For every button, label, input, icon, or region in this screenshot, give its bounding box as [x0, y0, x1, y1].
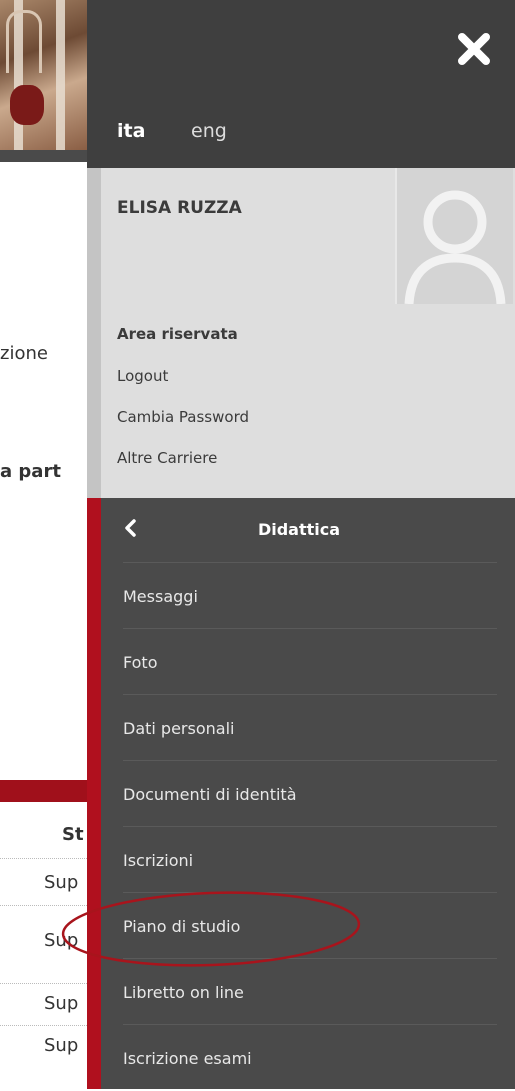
- close-icon[interactable]: [455, 30, 493, 68]
- menu-title: Didattica: [257, 520, 341, 539]
- menu-item-label: Iscrizioni: [123, 851, 194, 870]
- logout-link[interactable]: Logout: [117, 367, 168, 385]
- menu-item-label: Libretto on line: [123, 983, 244, 1002]
- side-menu-panel: ita eng ELISA RUZZA Area riservata Logou…: [87, 0, 515, 1089]
- user-box: ELISA RUZZA Area riservata Logout Cambia…: [87, 168, 515, 498]
- menu-item-iscrizione-esami[interactable]: Iscrizione esami: [123, 1024, 497, 1091]
- table-header-bar: [0, 780, 87, 802]
- menu-item-label: Dati personali: [123, 719, 235, 738]
- panel-header: ita eng: [87, 0, 515, 168]
- area-riservata-title: Area riservata: [117, 325, 238, 343]
- header-band: [0, 150, 87, 162]
- user-name: ELISA RUZZA: [117, 198, 242, 218]
- menu-item-messaggi[interactable]: Messaggi: [123, 562, 497, 629]
- table-row: [0, 983, 87, 984]
- table-row: [0, 1025, 87, 1026]
- menu-item-label: Documenti di identità: [123, 785, 297, 804]
- menu-item-iscrizioni[interactable]: Iscrizioni: [123, 826, 497, 893]
- page-text-fragment: a part: [0, 461, 61, 482]
- page-text-fragment: zione: [0, 343, 48, 364]
- table-column-header: St: [62, 824, 84, 845]
- table-row: [0, 858, 87, 859]
- other-careers-link[interactable]: Altre Carriere: [117, 449, 217, 467]
- menu-item-documenti-identita[interactable]: Documenti di identità: [123, 760, 497, 827]
- menu-item-label: Iscrizione esami: [123, 1049, 252, 1068]
- menu-item-label: Piano di studio: [123, 917, 241, 936]
- table-row: [0, 905, 87, 906]
- language-eng[interactable]: eng: [191, 120, 227, 142]
- table-cell: Sup: [44, 872, 79, 893]
- menu-item-libretto-online[interactable]: Libretto on line: [123, 958, 497, 1025]
- menu-item-label: Messaggi: [123, 587, 198, 606]
- menu-item-foto[interactable]: Foto: [123, 628, 497, 695]
- menu-item-label: Foto: [123, 653, 158, 672]
- table-cell: Sup: [44, 1035, 79, 1056]
- menu-item-piano-di-studio[interactable]: Piano di studio: [123, 892, 497, 959]
- table-cell: Sup: [44, 930, 79, 951]
- didattica-menu: Didattica Messaggi Foto Dati personali D…: [87, 498, 515, 1089]
- table-cell: Sup: [44, 993, 79, 1014]
- menu-item-dati-personali[interactable]: Dati personali: [123, 694, 497, 761]
- change-password-link[interactable]: Cambia Password: [117, 408, 249, 426]
- user-avatar-placeholder-icon: [395, 168, 513, 304]
- language-ita[interactable]: ita: [117, 120, 145, 142]
- header-photo: [0, 0, 87, 150]
- menu-back-header[interactable]: Didattica: [101, 498, 497, 562]
